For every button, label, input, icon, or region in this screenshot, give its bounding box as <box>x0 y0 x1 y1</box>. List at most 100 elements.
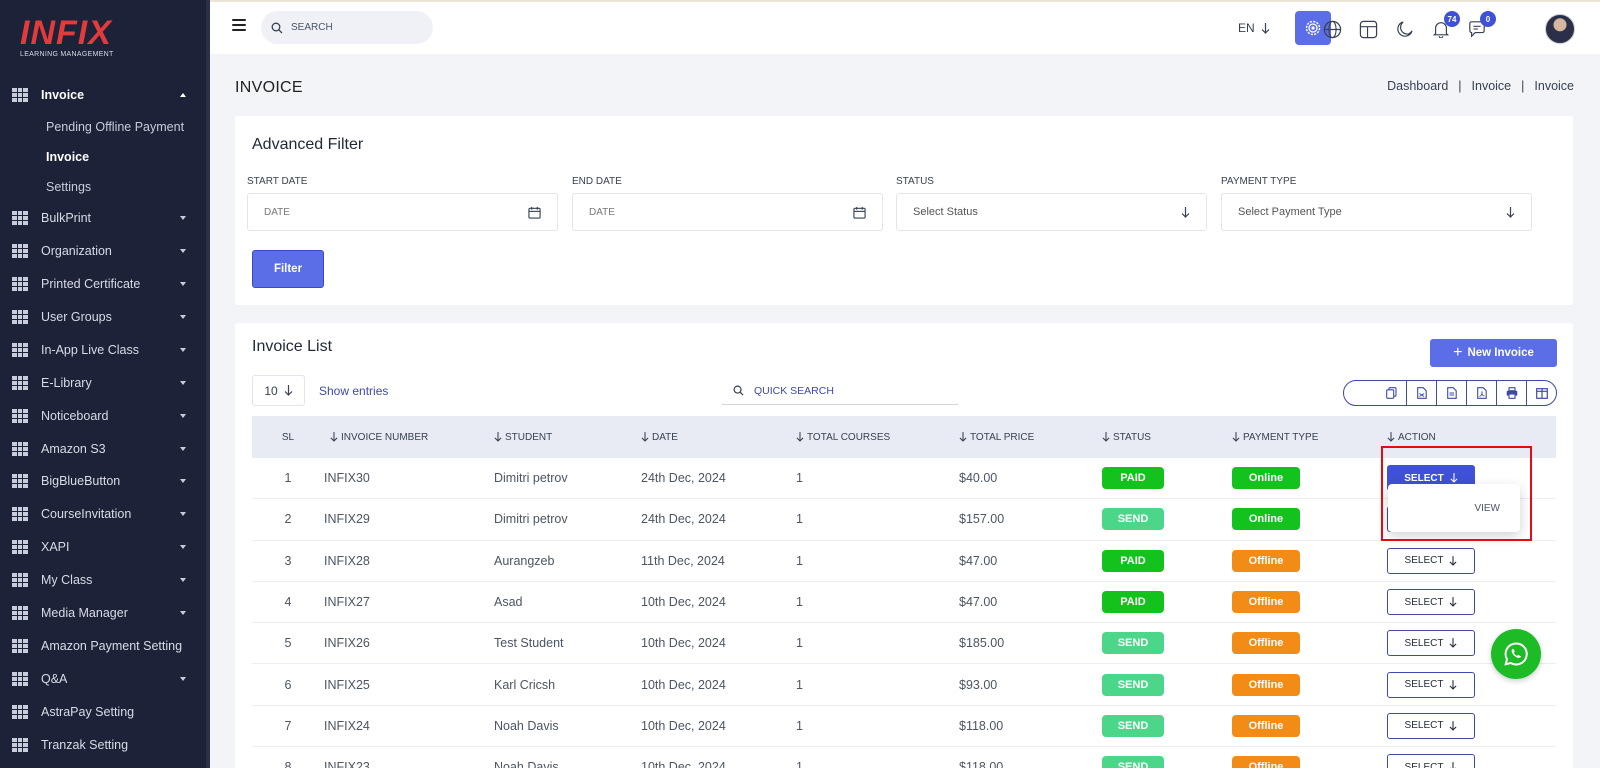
sidebar-item[interactable]: Q&A <box>0 662 206 695</box>
breadcrumb-separator: | <box>1458 79 1462 93</box>
whatsapp-icon <box>1504 642 1528 666</box>
excel-button[interactable] <box>1436 381 1466 405</box>
end-date-input[interactable]: DATE <box>572 193 883 231</box>
csv-button[interactable] <box>1406 381 1436 405</box>
sidebar-item[interactable]: Amazon Payment Setting <box>0 629 206 662</box>
cell-payment-type: Offline <box>1232 756 1387 768</box>
quick-search[interactable] <box>722 377 958 405</box>
settings-gear-icon <box>1305 20 1321 36</box>
select-action-button[interactable]: SELECT <box>1387 712 1475 739</box>
chevron-up-icon <box>180 93 186 98</box>
search-icon <box>733 385 744 396</box>
column-header[interactable]: ACTION <box>1387 432 1527 443</box>
grid-icon <box>12 375 28 390</box>
pdf-button[interactable] <box>1466 381 1496 405</box>
grid-icon <box>12 244 28 259</box>
sidebar-item[interactable]: Organization <box>0 235 206 268</box>
sidebar-subitem[interactable]: Settings <box>0 172 206 202</box>
cell-status: SEND <box>1102 756 1232 768</box>
breadcrumb-current: Invoice <box>1534 79 1574 93</box>
cell-status: SEND <box>1102 508 1232 531</box>
payment-type-label: PAYMENT TYPE <box>1221 176 1297 187</box>
sidebar-item[interactable]: Noticeboard <box>0 399 206 432</box>
entries-select[interactable]: 10 <box>252 375 305 406</box>
breadcrumb-dashboard[interactable]: Dashboard <box>1387 79 1448 93</box>
new-invoice-label: New Invoice <box>1467 347 1534 359</box>
sidebar-item[interactable]: Media Manager <box>0 597 206 630</box>
hamburger-icon[interactable] <box>232 19 246 34</box>
sidebar-nav: Invoice Pending Offline Payment Invoice Se… <box>0 79 206 761</box>
dark-mode-button[interactable] <box>1395 19 1415 39</box>
start-date-input[interactable]: DATE <box>247 193 558 231</box>
sidebar-item[interactable]: User Groups <box>0 301 206 334</box>
cell-total-courses: 1 <box>796 553 803 568</box>
logo[interactable]: INFIX LEARNING MANAGEMENT <box>20 16 114 58</box>
cell-student: Noah Davis <box>494 760 559 768</box>
select-action-button[interactable]: SELECT <box>1387 754 1475 768</box>
quick-search-input[interactable] <box>754 384 944 397</box>
status-select[interactable]: Select Status <box>896 193 1207 231</box>
grid-icon <box>12 441 28 456</box>
payment-type-select[interactable]: Select Payment Type <box>1221 193 1532 231</box>
cell-payment-type: Online <box>1232 508 1387 531</box>
cell-invoice-number: INFIX26 <box>324 636 370 651</box>
column-header[interactable]: TOTAL PRICE <box>959 432 1102 443</box>
breadcrumb-invoice[interactable]: Invoice <box>1472 79 1512 93</box>
sidebar-item[interactable]: In-App Live Class <box>0 333 206 366</box>
pdf-icon <box>1476 387 1487 399</box>
new-invoice-button[interactable]: + New Invoice <box>1430 339 1557 367</box>
payment-type-select-value: Select Payment Type <box>1238 206 1342 218</box>
select-action-button[interactable]: SELECT <box>1387 547 1475 574</box>
search-bar[interactable] <box>261 11 433 44</box>
column-header[interactable]: PAYMENT TYPE <box>1232 432 1387 443</box>
calendar-icon[interactable] <box>528 206 541 219</box>
messages-button[interactable]: 0 <box>1467 11 1496 39</box>
sidebar-item-invoice[interactable]: Invoice <box>0 79 206 112</box>
select-action-button[interactable]: SELECT <box>1387 630 1475 657</box>
sidebar-item[interactable]: XAPI <box>0 531 206 564</box>
payment-type-badge: Offline <box>1232 591 1300 614</box>
notifications-button[interactable]: 74 <box>1431 11 1460 39</box>
filter-button[interactable]: Filter <box>252 250 324 288</box>
cell-status: SEND <box>1102 632 1232 655</box>
sidebar-item[interactable]: CourseInvitation <box>0 498 206 531</box>
calendar-icon[interactable] <box>853 206 866 219</box>
language-selector[interactable]: EN <box>1238 21 1270 35</box>
column-header[interactable]: DATE <box>641 432 796 443</box>
arrow-down-icon <box>1449 762 1457 768</box>
search-input[interactable] <box>291 22 421 33</box>
column-header-label: INVOICE NUMBER <box>341 431 429 443</box>
sidebar-item[interactable]: BigBlueButton <box>0 465 206 498</box>
columns-button[interactable] <box>1526 381 1556 405</box>
sidebar-item[interactable]: Tranzak Setting <box>0 728 206 761</box>
cell-date: 24th Dec, 2024 <box>641 512 726 527</box>
sidebar-subitem[interactable]: Pending Offline Payment <box>0 112 206 142</box>
print-button[interactable] <box>1496 381 1526 405</box>
cell-student: Aurangzeb <box>494 553 555 568</box>
sidebar-item[interactable]: BulkPrint <box>0 202 206 235</box>
sidebar-item[interactable]: AstraPay Setting <box>0 695 206 728</box>
status-badge: PAID <box>1102 591 1164 614</box>
entries-control: 10 Show entries <box>252 375 388 406</box>
sidebar-item[interactable]: Amazon S3 <box>0 432 206 465</box>
arrow-down-icon <box>1506 206 1515 218</box>
column-header[interactable]: STUDENT <box>494 432 641 443</box>
column-header[interactable]: INVOICE NUMBER <box>324 432 494 443</box>
grid-icon <box>12 573 28 588</box>
copy-button[interactable] <box>1376 381 1406 405</box>
select-action-button[interactable]: SELECT <box>1387 589 1475 616</box>
breadcrumb: Dashboard | Invoice | Invoice <box>1387 79 1574 93</box>
plus-icon: + <box>1453 344 1463 361</box>
globe-button[interactable] <box>1322 19 1342 39</box>
sidebar-item[interactable]: Printed Certificate <box>0 268 206 301</box>
sidebar-item[interactable]: E-Library <box>0 366 206 399</box>
column-header[interactable]: TOTAL COURSES <box>796 432 959 443</box>
layout-button[interactable] <box>1358 19 1378 39</box>
cell-date: 10th Dec, 2024 <box>641 677 726 692</box>
sidebar-subitem[interactable]: Invoice <box>0 142 206 172</box>
avatar[interactable] <box>1545 14 1575 44</box>
sidebar-item[interactable]: My Class <box>0 564 206 597</box>
whatsapp-button[interactable] <box>1491 629 1541 679</box>
select-action-button[interactable]: SELECT <box>1387 671 1475 698</box>
column-header[interactable]: STATUS <box>1102 432 1232 443</box>
